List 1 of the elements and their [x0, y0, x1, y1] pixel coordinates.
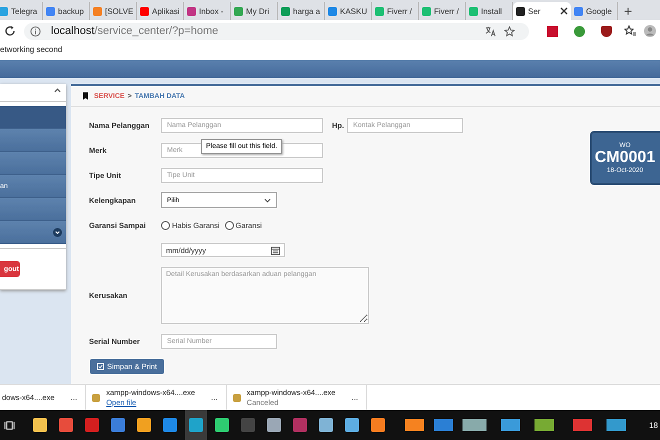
wo-number: CM0001 [594, 149, 656, 167]
